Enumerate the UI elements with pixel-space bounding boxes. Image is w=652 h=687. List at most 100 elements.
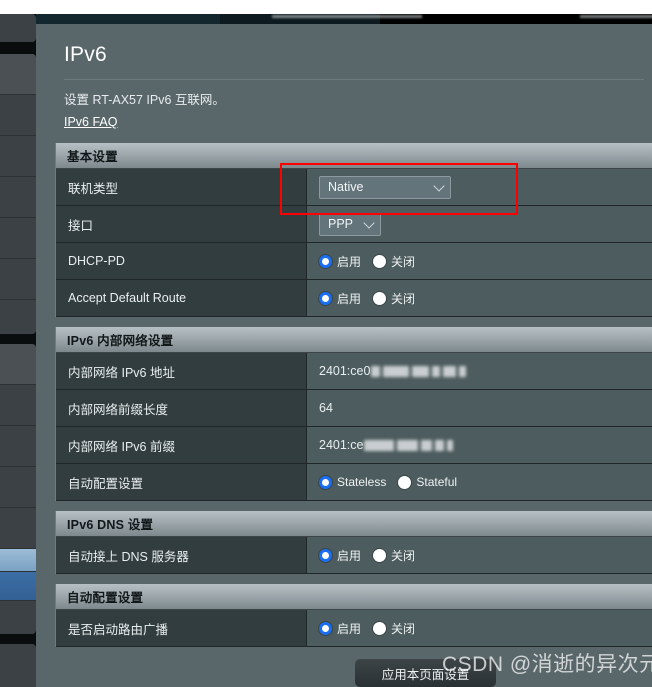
- row-label: Accept Default Route: [56, 280, 307, 316]
- row-label: 自动接上 DNS 服务器: [56, 537, 307, 573]
- row-connection-type: 联机类型 Native: [56, 169, 652, 206]
- auto-dns-enable-option[interactable]: 启用: [319, 547, 361, 564]
- accept-default-route-enable-option[interactable]: 启用: [319, 290, 361, 307]
- section-header-dns-label: IPv6 DNS 设置: [67, 518, 154, 532]
- content-panel: IPv6 设置 RT-AX57 IPv6 互联网。 IPv6 FAQ 基本设置 …: [36, 24, 652, 687]
- interface-value: PPP: [328, 217, 354, 231]
- sidebar-item-hover[interactable]: [0, 549, 36, 572]
- sidebar-item[interactable]: [0, 95, 36, 136]
- sidebar-item[interactable]: [0, 644, 36, 687]
- radio-unselected-icon[interactable]: [373, 548, 387, 562]
- row-accept-default-route: Accept Default Route 启用 关闭: [56, 280, 652, 317]
- ipv6-faq-link[interactable]: IPv6 FAQ: [64, 115, 118, 129]
- radio-selected-icon[interactable]: [319, 254, 332, 268]
- sidebar-item[interactable]: [0, 136, 36, 177]
- radio-label: 启用: [337, 254, 362, 269]
- radio-label: 启用: [337, 621, 362, 636]
- dhcp-pd-disable-option[interactable]: 关闭: [373, 253, 415, 270]
- sidebar-group-secondary[interactable]: [0, 344, 36, 634]
- row-route-advertisement: 是否启动路由广播 启用 关闭: [56, 610, 652, 647]
- header-divider: [64, 79, 644, 80]
- connection-type-value: Native: [328, 180, 364, 194]
- radio-selected-icon[interactable]: [319, 548, 332, 562]
- row-value: 启用 关闭: [307, 610, 652, 646]
- chevron-down-icon: [363, 217, 375, 229]
- row-label: 自动配置设置: [56, 464, 307, 500]
- row-value: 启用 关闭: [307, 280, 652, 316]
- radio-label: 关闭: [391, 291, 416, 306]
- redacted-block: [371, 365, 467, 377]
- sidebar-item[interactable]: [0, 344, 36, 385]
- sidebar-item[interactable]: [0, 14, 36, 42]
- row-lan-ipv6-prefix: 内部网络 IPv6 前缀 2401:ce: [56, 427, 652, 464]
- content-panel-inner: IPv6 设置 RT-AX57 IPv6 互联网。 IPv6 FAQ 基本设置 …: [36, 24, 652, 687]
- autoconfig-stateless-option[interactable]: Stateless: [319, 475, 386, 489]
- sidebar-item[interactable]: [0, 218, 36, 259]
- radio-unselected-icon[interactable]: [373, 254, 387, 268]
- sidebar-item[interactable]: [0, 467, 36, 508]
- interface-select[interactable]: PPP: [319, 212, 381, 236]
- radio-label: 关闭: [391, 548, 416, 563]
- radio-label: 启用: [337, 291, 362, 306]
- row-label: 内部网络 IPv6 前缀: [56, 427, 307, 463]
- connection-type-select[interactable]: Native: [319, 175, 451, 199]
- sidebar-group-main[interactable]: [0, 54, 36, 334]
- radio-unselected-icon[interactable]: [373, 291, 387, 305]
- autoconfig-radio-group: Stateless Stateful: [319, 475, 457, 489]
- section-header-autoconfig-label: 自动配置设置: [67, 591, 144, 605]
- section-basic-settings: 基本设置 联机类型 Native 接口 PPP DHCP-PD 启用 关闭 Ac…: [55, 143, 652, 317]
- route-advertisement-disable-option[interactable]: 关闭: [373, 620, 415, 637]
- autoconfig-stateful-option[interactable]: Stateful: [398, 475, 457, 489]
- page-description: 设置 RT-AX57 IPv6 互联网。: [64, 93, 225, 107]
- row-value: 2401:ce: [307, 427, 652, 463]
- row-label: 是否启动路由广播: [56, 610, 307, 646]
- route-advertisement-radio-group: 启用 关闭: [319, 620, 415, 637]
- auto-dns-radio-group: 启用 关闭: [319, 547, 415, 564]
- page-header: IPv6 设置 RT-AX57 IPv6 互联网。 IPv6 FAQ: [64, 42, 652, 131]
- page-title: IPv6: [64, 43, 107, 66]
- radio-unselected-icon[interactable]: [398, 475, 412, 489]
- row-lan-prefix-length: 内部网络前缀长度 64: [56, 390, 652, 427]
- row-lan-ipv6-address: 内部网络 IPv6 地址 2401:ce0: [56, 353, 652, 390]
- radio-label: Stateless: [337, 475, 387, 489]
- auto-dns-disable-option[interactable]: 关闭: [373, 547, 415, 564]
- top-strip-ghost-text-2: [580, 15, 652, 18]
- row-value: Stateless Stateful: [307, 464, 652, 500]
- sidebar-item[interactable]: [0, 177, 36, 218]
- section-header-autoconfig: 自动配置设置: [56, 584, 652, 610]
- radio-unselected-icon[interactable]: [373, 621, 387, 635]
- row-label: 内部网络 IPv6 地址: [56, 353, 307, 389]
- dhcp-pd-enable-option[interactable]: 启用: [319, 253, 361, 270]
- row-value: Native: [307, 169, 652, 205]
- section-lan-settings: IPv6 内部网络设置 内部网络 IPv6 地址 2401:ce0 内部网络前缀…: [55, 327, 652, 501]
- radio-label: Stateful: [416, 475, 458, 489]
- section-header-basic: 基本设置: [56, 143, 652, 169]
- row-autoconfig-setting: 自动配置设置 Stateless Stateful: [56, 464, 652, 501]
- sidebar-item[interactable]: [0, 300, 36, 334]
- lan-ipv6-address-value: 2401:ce0: [319, 364, 371, 378]
- apply-page-settings-button[interactable]: 应用本页面设置: [355, 659, 496, 687]
- sidebar-item[interactable]: [0, 54, 36, 95]
- sidebar-group-top[interactable]: [0, 14, 36, 42]
- lan-ipv6-prefix-value: 2401:ce: [319, 438, 364, 452]
- sidebar-group-bottom[interactable]: [0, 644, 36, 687]
- sidebar-item[interactable]: [0, 508, 36, 549]
- radio-selected-icon[interactable]: [319, 475, 332, 489]
- radio-selected-icon[interactable]: [319, 291, 332, 305]
- row-label: 联机类型: [56, 169, 307, 205]
- route-advertisement-enable-option[interactable]: 启用: [319, 620, 361, 637]
- row-value: 启用 关闭: [307, 243, 652, 279]
- top-strip: [0, 0, 652, 30]
- redacted-block: [364, 439, 454, 451]
- sidebar-item[interactable]: [0, 259, 36, 300]
- chevron-down-icon: [433, 180, 445, 192]
- sidebar-item-active[interactable]: [0, 572, 36, 601]
- dhcp-pd-radio-group: 启用 关闭: [319, 253, 415, 270]
- radio-selected-icon[interactable]: [319, 621, 332, 635]
- row-dhcp-pd: DHCP-PD 启用 关闭: [56, 243, 652, 280]
- sidebar-item[interactable]: [0, 385, 36, 426]
- sidebar-item[interactable]: [0, 426, 36, 467]
- radio-label: 关闭: [391, 621, 416, 636]
- row-value: 启用 关闭: [307, 537, 652, 573]
- accept-default-route-disable-option[interactable]: 关闭: [373, 290, 415, 307]
